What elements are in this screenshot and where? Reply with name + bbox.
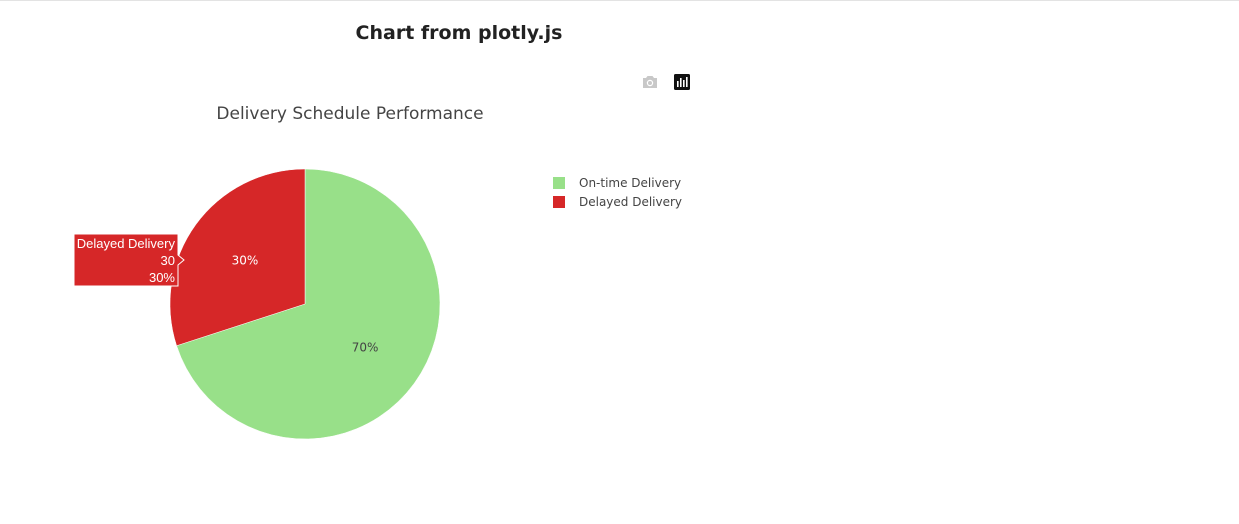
legend-item-delayed-delivery[interactable]: Delayed Delivery — [553, 195, 682, 209]
chart-title: Delivery Schedule Performance — [216, 104, 483, 124]
legend: On-time Delivery Delayed Delivery — [553, 176, 682, 209]
legend-item-on-time-delivery[interactable]: On-time Delivery — [553, 176, 681, 190]
tooltip-percent: 30% — [149, 270, 175, 285]
legend-swatch — [553, 177, 565, 189]
hover-tooltip: Delayed Delivery 30 30% — [73, 233, 185, 287]
legend-label: On-time Delivery — [579, 176, 681, 190]
tooltip-label: Delayed Delivery — [77, 236, 176, 251]
pie-slice-label-on-time-delivery: 70% — [352, 341, 379, 355]
pie-slice-label-delayed-delivery: 30% — [232, 253, 259, 267]
legend-swatch — [553, 196, 565, 208]
tooltip-value: 30 — [161, 253, 175, 268]
pie-slices — [169, 168, 441, 440]
pie-chart: Delivery Schedule Performance 70% 30% On-… — [73, 104, 682, 440]
legend-label: Delayed Delivery — [579, 195, 682, 209]
